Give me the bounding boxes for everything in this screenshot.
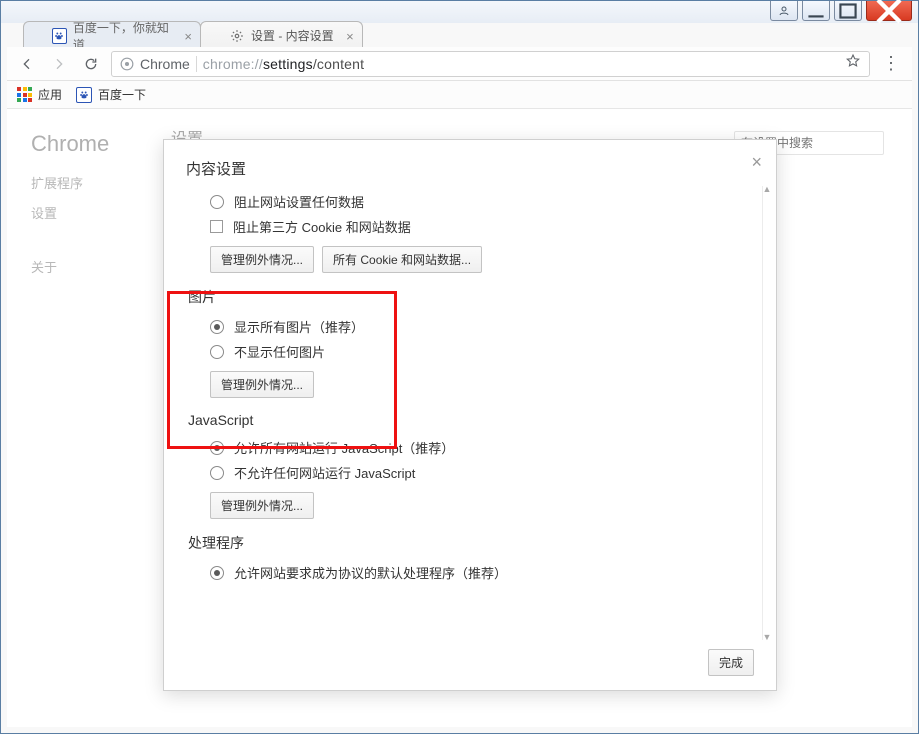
close-icon [867, 0, 911, 33]
tab-close-icon[interactable]: × [346, 29, 354, 44]
gear-favicon-icon [229, 28, 245, 44]
window-user-button[interactable] [770, 1, 798, 21]
section-heading: 图片 [188, 287, 744, 307]
option-label: 不显示任何图片 [234, 342, 325, 361]
chrome-menu-button[interactable]: ⋮ [878, 53, 904, 74]
omnibox-url: chrome://settings/content [203, 56, 839, 72]
images-show-all-option[interactable]: 显示所有图片（推荐） [210, 317, 744, 336]
apps-grid-icon [17, 87, 32, 102]
sidebar-item-about[interactable]: 关于 [31, 257, 57, 276]
radio-icon [210, 345, 224, 359]
option-label: 不允许任何网站运行 JavaScript [234, 463, 415, 482]
radio-checked-icon [210, 441, 224, 455]
arrow-right-icon [51, 56, 67, 72]
section-handlers: 处理程序 允许网站要求成为协议的默认处理程序（推荐） [188, 533, 744, 582]
dialog-footer: 完成 [708, 649, 754, 676]
window-minimize-button[interactable] [802, 1, 830, 21]
arrow-left-icon [19, 56, 35, 72]
js-block-option[interactable]: 不允许任何网站运行 JavaScript [210, 463, 744, 482]
browser-tab-settings[interactable]: 设置 - 内容设置 × [200, 21, 363, 49]
sidebar-item-settings[interactable]: 设置 [31, 203, 57, 222]
cookies-all-data-button[interactable]: 所有 Cookie 和网站数据... [322, 246, 482, 273]
forward-button[interactable] [47, 52, 71, 76]
toolbar: Chrome chrome://settings/content ⋮ [7, 47, 912, 81]
browser-tab-baidu[interactable]: 百度一下，你就知道 × [23, 21, 201, 49]
done-button[interactable]: 完成 [708, 649, 754, 676]
section-heading: JavaScript [188, 412, 744, 428]
baidu-favicon-icon [52, 28, 67, 44]
dialog-scrollbar[interactable]: ▲ ▼ [762, 186, 772, 640]
cookies-block-third-party-option[interactable]: 阻止第三方 Cookie 和网站数据 [210, 217, 744, 236]
images-show-none-option[interactable]: 不显示任何图片 [210, 342, 744, 361]
kebab-icon: ⋮ [882, 53, 900, 73]
cookies-manage-exceptions-button[interactable]: 管理例外情况... [210, 246, 314, 273]
scroll-down-icon: ▼ [762, 632, 772, 642]
tab-title: 设置 - 内容设置 [251, 27, 334, 44]
window-buttons [770, 1, 912, 21]
minimize-icon [803, 0, 829, 24]
bookmark-label: 百度一下 [98, 86, 146, 103]
omnibox-product-label: Chrome [140, 56, 190, 72]
tab-strip: 百度一下，你就知道 × 设置 - 内容设置 × [23, 19, 363, 49]
js-manage-exceptions-button[interactable]: 管理例外情况... [210, 492, 314, 519]
radio-icon [210, 466, 224, 480]
tab-close-icon[interactable]: × [184, 29, 192, 44]
radio-checked-icon [210, 566, 224, 580]
option-label: 阻止网站设置任何数据 [234, 192, 364, 211]
window-close-button[interactable] [866, 1, 912, 21]
content-settings-dialog: 内容设置 × 阻止网站设置任何数据 阻止第三方 Cookie 和网站数据 管理例… [163, 139, 777, 691]
apps-shortcut[interactable]: 应用 [17, 86, 62, 103]
scroll-up-icon: ▲ [762, 184, 772, 194]
apps-label: 应用 [38, 86, 62, 103]
radio-checked-icon [210, 320, 224, 334]
section-javascript: JavaScript 允许所有网站运行 JavaScript（推荐） 不允许任何… [188, 412, 744, 519]
reload-button[interactable] [79, 52, 103, 76]
dialog-body: 阻止网站设置任何数据 阻止第三方 Cookie 和网站数据 管理例外情况... … [176, 186, 756, 640]
user-icon [778, 5, 790, 17]
address-bar[interactable]: Chrome chrome://settings/content [111, 51, 870, 77]
chrome-logo-icon [120, 57, 134, 71]
dialog-title: 内容设置 [186, 158, 246, 179]
reload-icon [83, 56, 99, 72]
browser-window: 百度一下，你就知道 × 设置 - 内容设置 × Chrome chrome://… [0, 0, 919, 734]
option-label: 允许网站要求成为协议的默认处理程序（推荐） [234, 563, 507, 582]
radio-icon [210, 195, 224, 209]
baidu-favicon-icon [76, 87, 92, 103]
handlers-allow-option[interactable]: 允许网站要求成为协议的默认处理程序（推荐） [210, 563, 744, 582]
js-allow-option[interactable]: 允许所有网站运行 JavaScript（推荐） [210, 438, 744, 457]
omnibox-separator [196, 56, 197, 72]
checkbox-icon [210, 220, 223, 233]
settings-brand: Chrome [31, 131, 109, 157]
back-button[interactable] [15, 52, 39, 76]
images-manage-exceptions-button[interactable]: 管理例外情况... [210, 371, 314, 398]
bookmark-item-baidu[interactable]: 百度一下 [76, 86, 146, 103]
cookies-block-site-data-option[interactable]: 阻止网站设置任何数据 [210, 192, 744, 211]
section-heading: 处理程序 [188, 533, 744, 553]
bookmarks-bar: 应用 百度一下 [7, 81, 912, 109]
star-icon [845, 53, 861, 69]
window-maximize-button[interactable] [834, 1, 862, 21]
settings-page: Chrome 扩展程序 设置 关于 设置 内容设置 × 阻止网站设置任何数据 阻… [7, 109, 912, 727]
maximize-icon [835, 0, 861, 24]
option-label: 阻止第三方 Cookie 和网站数据 [233, 217, 411, 236]
option-label: 允许所有网站运行 JavaScript（推荐） [234, 438, 454, 457]
option-label: 显示所有图片（推荐） [234, 317, 364, 336]
sidebar-item-extensions[interactable]: 扩展程序 [31, 173, 83, 192]
bookmark-star-button[interactable] [845, 53, 861, 74]
dialog-close-button[interactable]: × [751, 152, 762, 173]
section-images: 图片 显示所有图片（推荐） 不显示任何图片 管理例外情况... [188, 287, 744, 398]
